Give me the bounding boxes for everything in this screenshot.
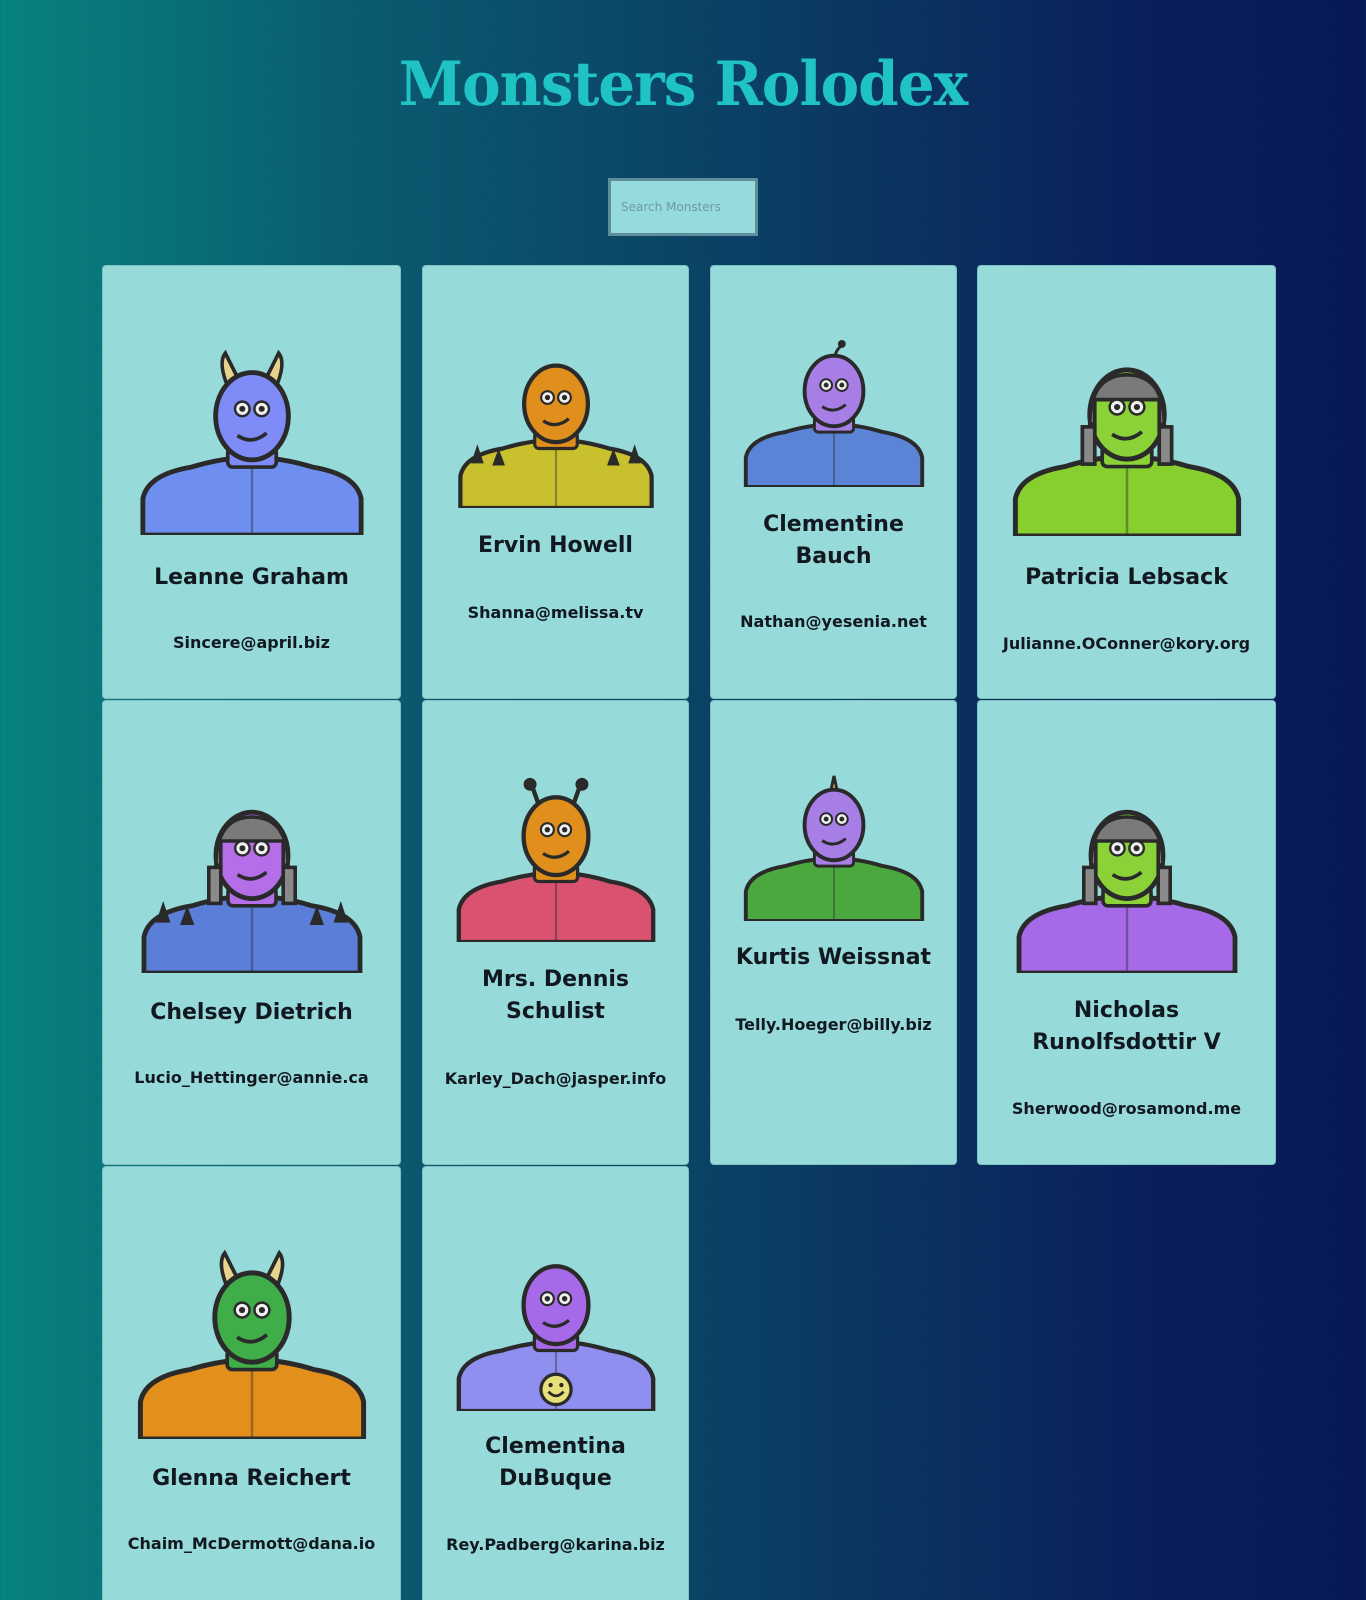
monster-card[interactable]: Mrs. Dennis Schulist Karley_Dach@jasper.… [422,700,689,1165]
antenna-monster-icon [448,757,664,942]
unicorn-monster-icon [736,759,932,921]
monster-card[interactable]: Glenna Reichert Chaim_McDermott@dana.io [102,1166,401,1600]
monster-name: Kurtis Weissnat [735,945,932,970]
monster-card[interactable]: Nicholas Runolfsdottir V Sherwood@rosamo… [977,700,1276,1165]
monster-email: Sherwood@rosamond.me [1011,1099,1242,1118]
monster-name: Ervin Howell [478,533,633,558]
monster-card[interactable]: Clementina DuBuque Rey.Padberg@karina.bi… [422,1166,689,1600]
horned-monster-icon [128,341,376,535]
monster-name: Glenna Reichert [152,1466,351,1491]
monster-email: Julianne.OConner@kory.org [1002,634,1251,653]
helmet-spiky-monster-icon [128,781,376,973]
monster-email: Sincere@april.biz [173,633,330,652]
search-input[interactable] [608,178,758,236]
monster-card[interactable]: Kurtis Weissnat Telly.Hoeger@billy.biz [710,700,957,1165]
cyclops-robot-monster-icon [736,312,932,487]
monster-email: Shanna@melissa.tv [467,603,644,622]
monster-card[interactable]: Leanne Graham Sincere@april.biz [102,265,401,699]
monster-name: Nicholas Runolfsdottir V [1032,998,1221,1055]
monster-name: Clementine Bauch [763,512,904,569]
monster-email: Rey.Padberg@karina.biz [446,1535,665,1554]
monster-email: Telly.Hoeger@billy.biz [735,1015,932,1034]
monster-card[interactable]: Ervin Howell Shanna@melissa.tv [422,265,689,699]
monster-email: Nathan@yesenia.net [740,612,927,631]
monster-email: Lucio_Hettinger@annie.ca [134,1068,369,1087]
monster-name: Leanne Graham [154,565,349,590]
monster-card[interactable]: Chelsey Dietrich Lucio_Hettinger@annie.c… [102,700,401,1165]
smiley-shirt-monster-icon [448,1237,664,1411]
monster-card[interactable]: Clementine Bauch Nathan@yesenia.net [710,265,957,699]
monster-email: Chaim_McDermott@dana.io [127,1534,376,1553]
monster-name: Patricia Lebsack [1025,565,1228,590]
helmet-monster-icon [1003,296,1251,536]
monster-name: Mrs. Dennis Schulist [482,967,629,1024]
monster-name: Chelsey Dietrich [150,1000,353,1025]
page-title: Monsters Rolodex [398,48,968,120]
monster-email: Karley_Dach@jasper.info [444,1069,667,1088]
monster-name: Clementina DuBuque [485,1434,626,1491]
spiky-monster-icon [448,338,664,508]
monster-card[interactable]: Patricia Lebsack Julianne.OConner@kory.o… [977,265,1276,699]
bull-horned-monster-icon [128,1237,376,1439]
helmet-monster-icon [1003,781,1251,973]
